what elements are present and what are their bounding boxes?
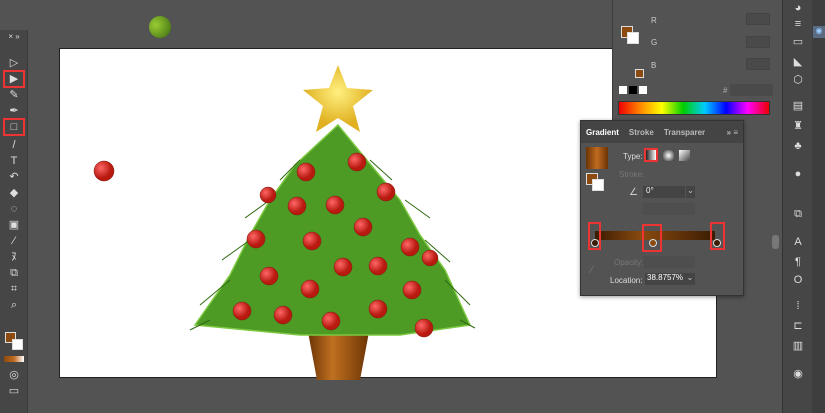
ornament	[259, 186, 277, 204]
ornament	[273, 305, 293, 325]
align-icon[interactable]: ⁞	[791, 300, 805, 312]
stroke-swatch[interactable]	[592, 179, 604, 191]
type-label: Type:	[623, 152, 643, 161]
eyedropper-icon[interactable]: ⁄	[591, 264, 593, 276]
location-input[interactable]: 38.8757%	[645, 273, 685, 285]
stroke-label: Stroke:	[619, 170, 645, 179]
links-icon[interactable]: ◉	[791, 368, 805, 380]
ornament	[400, 237, 420, 257]
ornament	[333, 257, 353, 277]
highlight-box	[710, 222, 725, 250]
location-dropdown-icon[interactable]: ⌄	[685, 273, 695, 285]
none-swatch[interactable]	[619, 86, 627, 94]
character-icon[interactable]: A	[791, 236, 805, 248]
panel-dock-collapsed: ◉	[812, 0, 825, 413]
ornament	[353, 217, 373, 237]
ornament	[321, 311, 341, 331]
angle-dropdown-icon[interactable]: ⌄	[685, 186, 695, 198]
red-value-input[interactable]	[746, 13, 770, 25]
highlight-box	[588, 222, 601, 250]
ornament	[347, 152, 367, 172]
ornament	[421, 249, 439, 267]
blue-value-input[interactable]	[746, 58, 770, 70]
star	[303, 65, 373, 132]
ornament	[325, 195, 345, 215]
ornament	[402, 280, 422, 300]
channel-label: R	[651, 16, 657, 25]
tree-pot	[308, 332, 369, 380]
paragraph-icon[interactable]: ¶	[791, 256, 805, 268]
properties-icon[interactable]: ≡	[791, 18, 805, 30]
tab-transparency[interactable]: Transparer	[659, 128, 710, 137]
color-spectrum[interactable]	[618, 101, 770, 115]
channel-label: G	[651, 38, 658, 47]
eye-icon[interactable]: ◉	[813, 26, 825, 38]
color-palette-icon[interactable]: ◕	[791, 2, 805, 14]
shape-icon[interactable]: ◣	[791, 56, 805, 68]
aspect-ratio-input	[643, 203, 695, 215]
opacity-label: Opacity:	[614, 258, 644, 267]
stroke-none-swatch[interactable]	[627, 32, 639, 44]
ornament	[287, 196, 307, 216]
radial-gradient-button[interactable]	[663, 150, 674, 161]
ornament	[376, 182, 396, 202]
opentype-icon[interactable]: O	[791, 274, 805, 286]
location-label: Location:	[610, 276, 643, 285]
hex-label: #	[723, 86, 728, 95]
ornament	[368, 299, 388, 319]
3d-icon[interactable]: ⬡	[791, 74, 805, 86]
out-of-gamut-swatch[interactable]	[635, 69, 644, 78]
ornament	[414, 318, 434, 338]
ornament	[93, 160, 115, 182]
ornament	[302, 231, 322, 251]
tab-gradient[interactable]: Gradient	[581, 128, 624, 137]
opacity-input	[643, 256, 695, 268]
panel-tabs: Gradient Stroke Transparer » ≡	[581, 121, 743, 143]
linear-gradient-button[interactable]	[644, 148, 658, 162]
libraries-icon[interactable]: ▤	[791, 100, 805, 112]
green-value-input[interactable]	[746, 36, 770, 48]
ornament	[368, 256, 388, 276]
white-swatch[interactable]	[639, 86, 647, 94]
black-swatch[interactable]	[629, 86, 637, 94]
comments-icon[interactable]: ▭	[791, 36, 805, 48]
tab-stroke[interactable]: Stroke	[624, 128, 659, 137]
brushes-icon[interactable]: ♜	[791, 120, 805, 132]
gradient-preview[interactable]	[586, 147, 608, 169]
angle-icon: ∠	[629, 187, 638, 198]
freeform-gradient-button[interactable]	[679, 150, 690, 161]
transform-icon[interactable]: ⧉	[791, 208, 805, 220]
ornament	[296, 162, 316, 182]
graphic-styles-icon[interactable]: ●	[791, 168, 805, 180]
pathfinder-icon[interactable]: ⊏	[791, 320, 805, 332]
ornament	[300, 279, 320, 299]
channel-label: B	[651, 61, 657, 70]
hex-input[interactable]	[730, 84, 773, 96]
tree-foliage	[193, 123, 472, 336]
ornament	[246, 229, 266, 249]
highlight-box	[642, 224, 662, 252]
ornament	[232, 301, 252, 321]
symbols-icon[interactable]: ♣	[791, 140, 805, 152]
scrollbar-thumb[interactable]	[772, 235, 779, 249]
panel-dock: ◕ ≡ ▭ ◣ ⬡ ▤ ♜ ♣ ● ⧉ A ¶ O ⁞ ⊏ ▥ ◉	[782, 0, 812, 413]
ornament	[259, 266, 279, 286]
layers-icon[interactable]: ▥	[791, 340, 805, 352]
panel-menu-icon[interactable]: » ≡	[722, 128, 743, 137]
gradient-panel: Gradient Stroke Transparer » ≡ Type: Str…	[580, 120, 744, 296]
angle-input[interactable]: 0°	[643, 186, 685, 198]
